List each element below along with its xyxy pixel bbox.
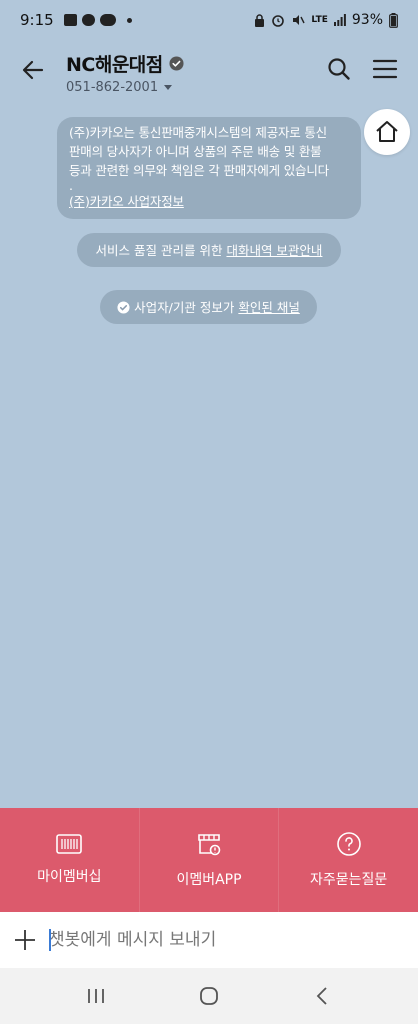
status-bar: 9:15 LTE 93% [0,0,418,40]
channel-phone: 051-862-2001 [66,80,159,95]
retention-guide-link[interactable]: 대화내역 보관안내 [226,241,322,260]
menu-faq[interactable]: 자주묻는질문 [278,808,418,912]
back-nav-button[interactable] [302,976,342,1016]
battery-level: 93% [351,12,383,28]
channel-title: NC해운대점 [66,54,163,76]
system-nav-bar [0,968,418,1024]
signal-icon [333,14,346,26]
chevron-down-icon [164,85,173,90]
back-chevron-icon [316,987,327,1005]
menu-label: 마이멤버십 [37,869,102,885]
question-icon [336,832,361,856]
chatbot-menu: 마이멤버십 이멤버APP 자주묻는질문 [0,808,418,912]
home-icon [376,121,398,142]
mute-icon [293,15,305,25]
notice-line: (주)카카오는 통신판매중개시스템의 제공자로 통신 [69,125,327,140]
won-app-notification-icon [99,14,116,26]
store-icon [198,834,221,856]
menu-label: 이멤버APP [176,872,242,888]
message-input[interactable] [49,920,389,960]
home-nav-button[interactable] [189,976,229,1016]
plus-icon[interactable] [13,928,37,952]
hamburger-menu-icon[interactable] [372,57,398,81]
home-button[interactable] [364,109,410,155]
kakao-business-info-link[interactable]: (주)카카오 사업자정보 [69,194,184,209]
check-circle-icon [117,300,130,314]
verified-text: 사업자/기관 정보가 [134,299,239,315]
notice-line: 판매의 당사자가 아니며 상품의 주문 배송 및 환불 [69,144,322,159]
commerce-disclaimer-notice: (주)카카오는 통신판매중개시스템의 제공자로 통신 판매의 당사자가 아니며 … [57,117,361,219]
search-icon[interactable] [326,56,352,82]
status-time: 9:15 [20,11,54,29]
lock-icon [255,13,265,27]
text-cursor [49,929,51,951]
menu-emember-app[interactable]: 이멤버APP [138,808,279,912]
back-arrow-icon[interactable] [20,57,46,83]
notice-line: 등과 관련한 의무와 책임은 각 판매자에게 있습니다 [69,163,329,178]
menu-my-membership[interactable]: 마이멤버십 [0,808,139,912]
verified-badge-icon [169,56,184,71]
home-circle-icon [200,987,218,1005]
gallery-notification-icon [63,14,77,26]
network-type: LTE [311,15,328,25]
chat-retention-notice: 서비스 품질 관리를 위한 대화내역 보관안내 [77,233,341,267]
alarm-icon [272,15,285,27]
chat-notification-icon [81,14,95,26]
verified-channel-link[interactable]: 확인된 채널 [238,298,299,317]
menu-label: 자주묻는질문 [310,872,388,888]
more-notifications-icon [126,17,132,23]
battery-icon [389,12,398,28]
recent-apps-icon [88,989,105,1003]
retention-text: 서비스 품질 관리를 위한 [95,242,227,258]
channel-info[interactable]: NC해운대점 051-862-2001 [66,50,184,95]
verified-channel-notice: 사업자/기관 정보가 확인된 채널 [100,290,317,324]
chat-header: NC해운대점 051-862-2001 [0,40,418,100]
barcode-icon [56,834,83,854]
notice-line: . [69,178,73,193]
recent-apps-button[interactable] [76,976,116,1016]
message-input-bar [0,912,418,968]
